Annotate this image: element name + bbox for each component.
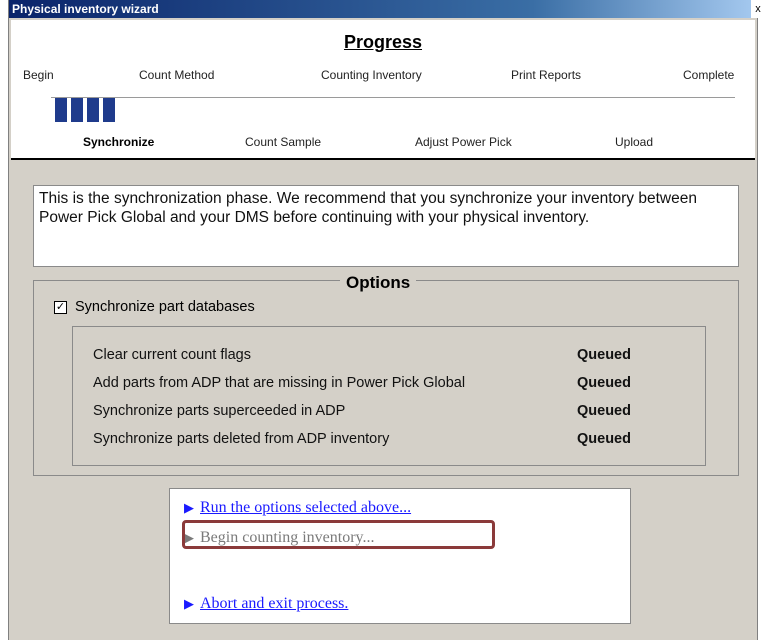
task-row: Clear current count flags Queued [93,347,683,363]
task-status: Queued [577,375,631,391]
step-count-method: Count Method [139,68,215,82]
title-bar: Physical inventory wizard x [9,0,765,18]
subphase-synchronize: Synchronize [83,135,155,149]
task-label: Clear current count flags [93,347,251,363]
checkmark-icon[interactable]: ✓ [54,300,67,314]
task-label: Add parts from ADP that are missing in P… [93,375,466,391]
task-row: Add parts from ADP that are missing in P… [93,375,683,391]
task-label: Synchronize parts deleted from ADP inven… [93,431,390,447]
progress-segment [71,98,83,122]
step-begin: Begin [23,68,54,82]
run-options-link[interactable]: ▶ Run the options selected above... [184,499,411,517]
task-status: Queued [577,347,631,363]
options-group: Options ✓ Synchronize part databases Cle… [33,273,739,476]
run-options-label[interactable]: Run the options selected above... [200,499,411,517]
triangle-right-icon: ▶ [184,500,194,515]
step-divider [51,97,735,98]
description-text: This is the synchronization phase. We re… [33,185,739,267]
subphase-upload: Upload [615,135,654,149]
progress-panel: Progress Begin Count Method Counting Inv… [11,20,755,160]
task-row: Synchronize parts deleted from ADP inven… [93,431,683,447]
step-complete: Complete [683,68,735,82]
window-title: Physical inventory wizard [12,2,159,16]
task-status: Queued [577,403,631,419]
task-status: Queued [577,431,631,447]
abort-exit-link[interactable]: ▶ Abort and exit process. [184,595,348,613]
abort-exit-label[interactable]: Abort and exit process. [200,595,348,613]
tasks-box: Clear current count flags Queued Add par… [72,326,706,466]
progress-segment [55,98,67,122]
close-icon[interactable]: x [751,0,765,18]
checkbox-label: Synchronize part databases [75,299,255,315]
progress-title: Progress [343,32,423,52]
triangle-right-icon: ▶ [184,596,194,611]
highlight-box [182,520,495,549]
wizard-window: Physical inventory wizard x Progress Beg… [8,0,765,640]
step-print-reports: Print Reports [511,68,582,82]
actions-panel: ▶ Run the options selected above... ▶ Be… [169,488,631,624]
subphase-adjust-power-pick: Adjust Power Pick [415,135,512,149]
progress-segment [87,98,99,122]
task-label: Synchronize parts superceeded in ADP [93,403,346,419]
options-title: Options [340,273,417,293]
progress-segment [103,98,115,122]
step-counting-inventory: Counting Inventory [321,68,422,82]
subphase-count-sample: Count Sample [245,135,322,149]
task-row: Synchronize parts superceeded in ADP Que… [93,403,683,419]
synchronize-checkbox-row[interactable]: ✓ Synchronize part databases [54,299,255,315]
